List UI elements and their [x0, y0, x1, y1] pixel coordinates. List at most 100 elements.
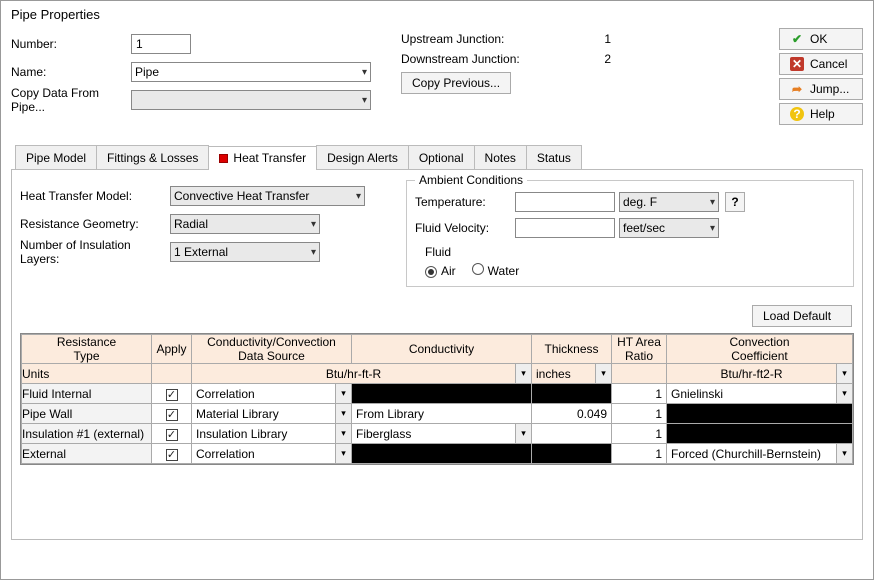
column-header[interactable]: HT AreaRatio [612, 335, 667, 364]
number-input[interactable] [131, 34, 191, 54]
tab-status[interactable]: Status [526, 145, 582, 169]
chevron-down-icon: ▾ [311, 219, 316, 230]
tab-optional[interactable]: Optional [408, 145, 475, 169]
data-source-cell[interactable]: Correlation▾ [192, 444, 352, 464]
chevron-down-icon: ▾ [311, 247, 316, 258]
convection-cell[interactable]: Gnielinski▾ [667, 384, 853, 404]
apply-checkbox[interactable]: ✓ [152, 384, 192, 404]
chevron-down-icon: ▾ [335, 384, 351, 403]
chevron-down-icon: ▾ [836, 364, 852, 383]
thickness-cell[interactable] [532, 384, 612, 404]
chevron-down-icon: ▾ [335, 444, 351, 463]
conductivity-cell[interactable] [352, 384, 532, 404]
thickness-unit-combo[interactable]: inches▾ [532, 364, 611, 383]
ht-model-label: Heat Transfer Model: [20, 189, 170, 203]
resistance-grid[interactable]: ResistanceTypeApplyConductivity/Convecti… [20, 333, 854, 465]
row-label: Pipe Wall [22, 404, 152, 424]
column-header[interactable]: Apply [152, 335, 192, 364]
jump-button[interactable]: ➦Jump... [779, 78, 863, 100]
name-combo[interactable]: Pipe ▾ [131, 62, 371, 82]
chevron-down-icon: ▾ [836, 384, 852, 403]
units-row-label: Units [22, 364, 152, 384]
check-icon: ✔ [790, 32, 804, 46]
x-icon: ✕ [790, 57, 804, 71]
name-label: Name: [11, 65, 131, 79]
chevron-down-icon: ▾ [710, 197, 715, 208]
insulation-layers-combo[interactable]: 1 External▾ [170, 242, 320, 262]
cancel-button[interactable]: ✕Cancel [779, 53, 863, 75]
column-header[interactable]: Conductivity/ConvectionData Source [192, 335, 352, 364]
table-row: External✓Correlation▾ 1Forced (Churchill-… [22, 444, 853, 464]
copy-previous-button[interactable]: Copy Previous... [401, 72, 511, 94]
ht-model-combo[interactable]: Convective Heat Transfer▾ [170, 186, 365, 206]
fluid-air-radio[interactable]: Air [425, 264, 456, 278]
resistance-geometry-combo[interactable]: Radial▾ [170, 214, 320, 234]
column-header[interactable]: Conductivity [352, 335, 532, 364]
chevron-down-icon: ▾ [595, 364, 611, 383]
data-source-cell[interactable]: Correlation▾ [192, 384, 352, 404]
tab-fittings-losses[interactable]: Fittings & Losses [96, 145, 209, 169]
thickness-cell[interactable]: 0.049 [532, 404, 612, 424]
copy-from-combo[interactable]: ▾ [131, 90, 371, 110]
help-button[interactable]: ?Help [779, 103, 863, 125]
conductivity-cell[interactable]: From Library [352, 404, 532, 424]
tab-design-alerts[interactable]: Design Alerts [316, 145, 409, 169]
convection-cell[interactable] [667, 404, 853, 424]
ht-area-ratio-cell[interactable]: 1 [612, 384, 667, 404]
chevron-down-icon: ▾ [515, 364, 531, 383]
heat-transfer-panel: Heat Transfer Model: Convective Heat Tra… [11, 170, 863, 540]
fluid-velocity-label: Fluid Velocity: [415, 221, 515, 235]
tab-pipe-model[interactable]: Pipe Model [15, 145, 97, 169]
chevron-down-icon: ▾ [836, 444, 852, 463]
apply-checkbox[interactable]: ✓ [152, 444, 192, 464]
chevron-down-icon: ▾ [335, 404, 351, 423]
help-question-button[interactable]: ? [725, 192, 745, 212]
temperature-input[interactable] [515, 192, 615, 212]
chevron-down-icon: ▾ [515, 424, 531, 443]
fluid-water-radio[interactable]: Water [472, 263, 520, 278]
upstream-label: Upstream Junction: [401, 32, 531, 46]
fluid-velocity-input[interactable] [515, 218, 615, 238]
number-label: Number: [11, 37, 131, 51]
copy-from-label: Copy Data From Pipe... [11, 86, 131, 114]
conductivity-cell[interactable] [352, 444, 532, 464]
column-header[interactable]: Thickness [532, 335, 612, 364]
apply-checkbox[interactable]: ✓ [152, 424, 192, 444]
convection-unit-combo[interactable]: Btu/hr-ft2-R▾ [667, 364, 852, 383]
chevron-down-icon: ▾ [362, 67, 367, 78]
chevron-down-icon: ▾ [356, 191, 361, 202]
tab-notes[interactable]: Notes [474, 145, 527, 169]
conductivity-cell[interactable]: Fiberglass▾ [352, 424, 532, 444]
row-label: External [22, 444, 152, 464]
table-row: Pipe Wall✓Material Library▾From Library0… [22, 404, 853, 424]
tab-heat-transfer[interactable]: Heat Transfer [208, 146, 317, 170]
thickness-cell[interactable] [532, 444, 612, 464]
chevron-down-icon: ▾ [362, 95, 367, 106]
apply-checkbox[interactable]: ✓ [152, 404, 192, 424]
jump-arrow-icon: ➦ [790, 82, 804, 96]
row-label: Insulation #1 (external) [22, 424, 152, 444]
load-default-button[interactable]: Load Default [752, 305, 852, 327]
downstream-label: Downstream Junction: [401, 52, 531, 66]
name-combo-value: Pipe [135, 65, 159, 79]
fluid-label: Fluid [425, 245, 845, 259]
column-header[interactable]: ConvectionCoefficient [667, 335, 853, 364]
conductivity-unit-combo[interactable]: Btu/hr-ft-R▾ [192, 364, 531, 383]
insulation-layers-label: Number of Insulation Layers: [20, 238, 170, 266]
convection-cell[interactable]: Forced (Churchill-Bernstein)▾ [667, 444, 853, 464]
resistance-geometry-label: Resistance Geometry: [20, 217, 170, 231]
fluid-velocity-unit-combo[interactable]: feet/sec▾ [619, 218, 719, 238]
temperature-unit-combo[interactable]: deg. F▾ [619, 192, 719, 212]
ht-area-ratio-cell[interactable]: 1 [612, 404, 667, 424]
question-icon: ? [790, 107, 804, 121]
ambient-conditions-group: Ambient Conditions Temperature: deg. F▾ … [406, 180, 854, 287]
data-source-cell[interactable]: Material Library▾ [192, 404, 352, 424]
row-label: Fluid Internal [22, 384, 152, 404]
thickness-cell[interactable] [532, 424, 612, 444]
ok-button[interactable]: ✔OK [779, 28, 863, 50]
ht-area-ratio-cell[interactable]: 1 [612, 424, 667, 444]
convection-cell[interactable] [667, 424, 853, 444]
column-header[interactable]: ResistanceType [22, 335, 152, 364]
ht-area-ratio-cell[interactable]: 1 [612, 444, 667, 464]
data-source-cell[interactable]: Insulation Library▾ [192, 424, 352, 444]
